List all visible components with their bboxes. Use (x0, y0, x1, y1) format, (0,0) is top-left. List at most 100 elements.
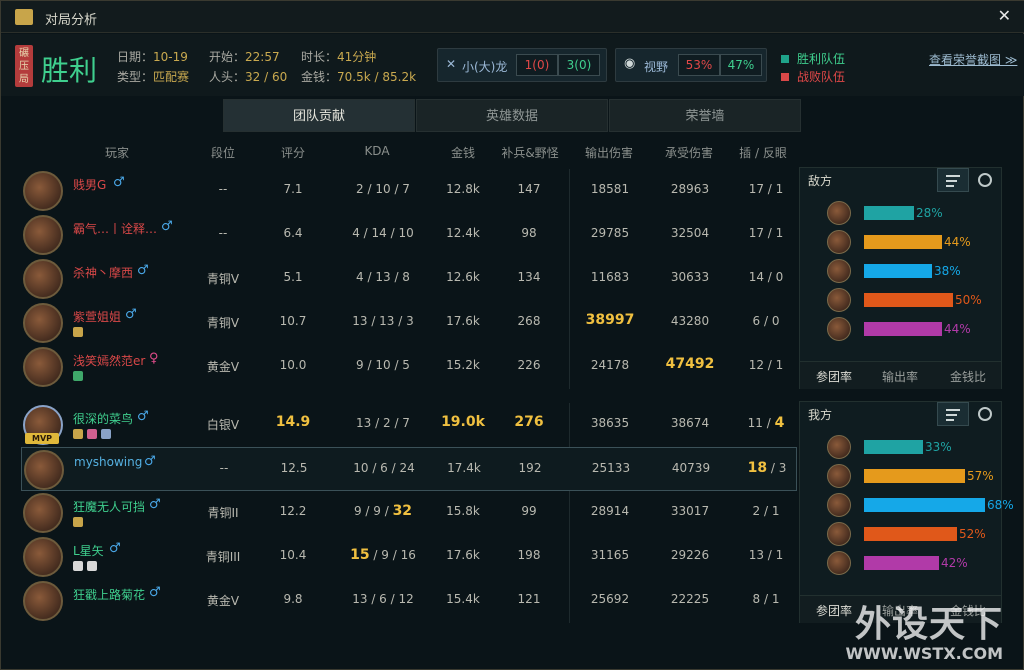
participation-pct: 44% (944, 322, 971, 336)
table-row-selected[interactable]: myshowing ♂ -- 12.5 10 / 6 / 24 17.4k 19… (21, 447, 797, 491)
damage-taken: 47492 (665, 356, 715, 372)
participation-pct: 28% (916, 206, 943, 220)
table-row[interactable]: 狂魔无人可挡 ♂ 青铜II 12.2 9 / 9 / 32 15.8k 99 2… (21, 491, 797, 535)
damage: 38997 (585, 312, 635, 328)
participation-pct: 50% (955, 293, 982, 307)
table-row[interactable]: 杀神丶摩西 ♂ 青铜V 5.1 4 / 13 / 8 12.6k 134 116… (21, 257, 797, 301)
kda: 15 / 9 / 16 (350, 547, 416, 563)
table-row[interactable]: 霸气…丨诠释… ♂ -- 6.4 4 / 14 / 10 12.4k 98 29… (21, 213, 797, 257)
score: 6.4 (283, 226, 303, 240)
kda: 4 / 13 / 8 (356, 270, 410, 284)
gold: 12.8k (446, 182, 480, 196)
toggle-circle-icon[interactable] (978, 173, 992, 187)
score: 12.5 (280, 461, 308, 475)
vision-label: 视野 (644, 60, 669, 74)
damage-taken: 22225 (670, 592, 710, 606)
male-icon: ♂ (113, 175, 125, 190)
legend-win: 胜利队伍 (781, 50, 845, 67)
player-name[interactable]: 狂魔无人可挡 (73, 498, 145, 515)
score: 10.7 (279, 314, 307, 328)
table-row[interactable]: L星矢 ♂ 青铜III 10.4 15 / 9 / 16 17.6k 198 3… (21, 535, 797, 579)
tab-team-contribution[interactable]: 团队贡献 (223, 99, 415, 132)
wards: 12 / 1 (748, 358, 784, 372)
toggle-circle-icon[interactable] (978, 407, 992, 421)
gold-info: 金钱：70.5k / 85.2k (301, 70, 417, 84)
champion-avatar (827, 259, 851, 283)
col-wards: 插 / 反眼 (739, 146, 787, 160)
player-name[interactable]: 杀神丶摩西 (73, 264, 133, 281)
rank: 黄金V (206, 360, 240, 374)
damage-taken: 28963 (670, 182, 710, 196)
sort-button[interactable] (937, 402, 969, 426)
window-title: 对局分析 (45, 13, 98, 28)
col-cs: 补兵&野怪 (501, 146, 559, 160)
gold: 12.4k (446, 226, 480, 240)
avatar (23, 171, 63, 211)
rank: 青铜III (205, 550, 241, 564)
tab-hero-data[interactable]: 英雄数据 (416, 99, 608, 132)
wards: 17 / 1 (748, 226, 784, 240)
participation-bar (864, 469, 965, 483)
male-icon: ♂ (149, 497, 161, 512)
gold: 19.0k (441, 414, 485, 430)
participation-bar (864, 293, 953, 307)
male-icon: ♂ (144, 454, 156, 469)
start-info: 开始：22:57 (209, 50, 280, 64)
kda: 9 / 10 / 5 (356, 358, 410, 372)
table-row[interactable]: 贱男G ♂ -- 7.1 2 / 10 / 7 12.8k 147 18581 … (21, 169, 797, 213)
player-name[interactable]: 浅笑嫣然范er (73, 352, 145, 369)
cs: 98 (521, 226, 537, 240)
stat-tab-gold[interactable]: 金钱比 (950, 368, 986, 385)
participation-bar (864, 556, 939, 570)
score: 14.9 (275, 414, 311, 430)
damage-taken: 38674 (670, 416, 710, 430)
score: 9.8 (283, 592, 303, 606)
col-taken: 承受伤害 (664, 146, 713, 160)
view-honor-screenshot-link[interactable]: 查看荣誉截图 ≫ (929, 51, 1017, 68)
wards: 11 / 4 (747, 415, 785, 431)
table-row[interactable]: 浅笑嫣然范er ♀ 黄金V 10.0 9 / 10 / 5 15.2k 226 … (21, 345, 797, 389)
rank: 黄金V (206, 594, 240, 608)
player-name[interactable]: 贱男G (73, 176, 106, 193)
rank: 青铜II (207, 506, 239, 520)
kda: 13 / 2 / 7 (356, 416, 410, 430)
kills-info: 人头：32 / 60 (209, 70, 288, 84)
table-row[interactable]: MVP 很深的菜鸟 ♂ 白银V 14.9 13 / 2 / 7 19.0k 27… (21, 403, 797, 447)
stat-tab-damage[interactable]: 输出率 (882, 368, 918, 385)
match-result: 胜利 (41, 54, 98, 87)
player-name[interactable]: myshowing (74, 455, 142, 469)
player-name[interactable]: L星矢 (73, 542, 104, 559)
cs: 99 (521, 504, 537, 518)
participation-bar (864, 440, 923, 454)
player-name[interactable]: 紫萱姐姐 (73, 308, 121, 325)
participation-pct: 38% (934, 264, 961, 278)
stat-tab-participation[interactable]: 参团率 (816, 368, 852, 385)
male-icon: ♂ (149, 585, 161, 600)
score: 12.2 (279, 504, 307, 518)
main-tabs: 团队贡献 英雄数据 荣誉墙 (223, 99, 803, 132)
stat-tab-participation[interactable]: 参团率 (816, 602, 852, 619)
tab-honor-wall[interactable]: 荣誉墙 (609, 99, 801, 132)
champion-avatar (827, 317, 851, 341)
vision-box: ◉ 视野 53% 47% (615, 48, 767, 82)
gold: 17.6k (446, 314, 480, 328)
player-name[interactable]: 霸气…丨诠释… (73, 220, 157, 237)
sort-button[interactable] (937, 168, 969, 192)
player-name[interactable]: 很深的菜鸟 (73, 410, 133, 427)
damage: 25133 (591, 461, 631, 475)
player-name[interactable]: 狂戳上路菊花 (73, 586, 145, 603)
participation-bar (864, 235, 942, 249)
table-row[interactable]: 狂戳上路菊花 ♂ 黄金V 9.8 13 / 6 / 12 15.4k 121 2… (21, 579, 797, 623)
close-button[interactable]: ✕ (998, 6, 1011, 25)
champion-avatar (827, 288, 851, 312)
helmet-icon (101, 429, 111, 439)
damage-taken: 40739 (671, 461, 711, 475)
damage: 11683 (590, 270, 630, 284)
table-row[interactable]: 紫萱姐姐 ♂ 青铜V 10.7 13 / 13 / 3 17.6k 268 38… (21, 301, 797, 345)
kda: 9 / 9 / 32 (353, 503, 413, 519)
cs: 198 (517, 548, 541, 562)
male-icon: ♂ (137, 263, 149, 278)
champion-avatar (827, 464, 851, 488)
rank: -- (218, 226, 228, 240)
cs: 134 (517, 270, 541, 284)
